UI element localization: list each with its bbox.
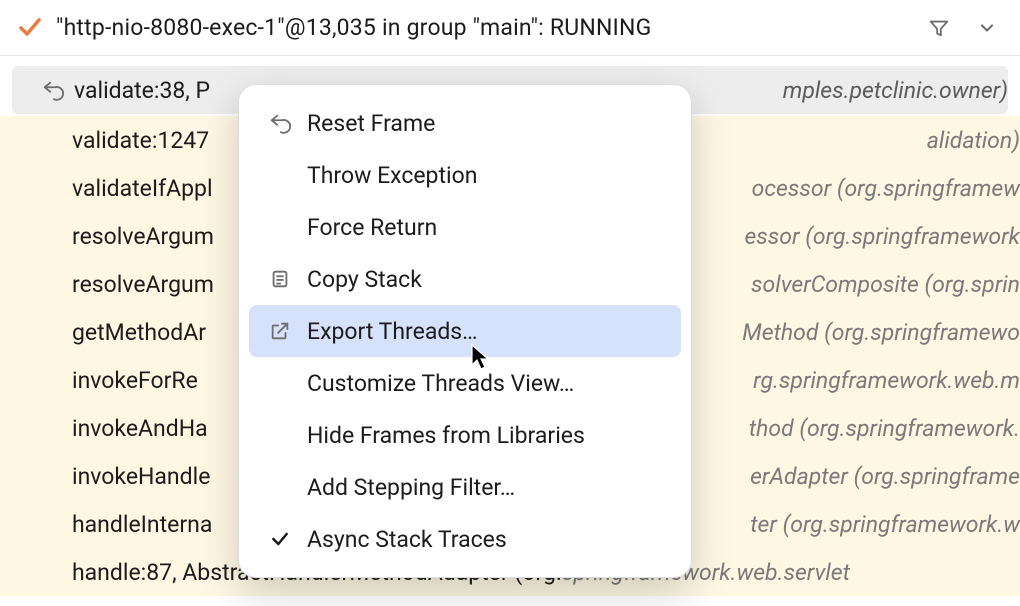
blank-icon bbox=[267, 474, 293, 500]
menu-item-label: Customize Threads View… bbox=[307, 370, 663, 397]
menu-item-label: Hide Frames from Libraries bbox=[307, 422, 663, 449]
menu-copy-stack[interactable]: Copy Stack bbox=[249, 253, 681, 305]
frame-package: Method (org.springframewo bbox=[742, 319, 1020, 346]
chevron-down-icon[interactable] bbox=[970, 11, 1004, 45]
frame-method: resolveArgum bbox=[72, 271, 214, 298]
frame-package: ter (org.springframework.w bbox=[750, 511, 1020, 538]
reset-frame-icon[interactable] bbox=[42, 79, 64, 101]
menu-item-label: Force Return bbox=[307, 214, 663, 241]
filter-icon[interactable] bbox=[922, 11, 956, 45]
blank-icon bbox=[267, 162, 293, 188]
menu-export-threads[interactable]: Export Threads… bbox=[249, 305, 681, 357]
menu-force-return[interactable]: Force Return bbox=[249, 201, 681, 253]
frame-package: essor (org.springframework bbox=[744, 223, 1020, 250]
menu-async-stack-traces[interactable]: Async Stack Traces bbox=[249, 513, 681, 565]
stack-icon bbox=[267, 266, 293, 292]
frames-context-menu: Reset Frame Throw Exception Force Return… bbox=[238, 84, 692, 578]
frame-method: validate:1247 bbox=[72, 127, 209, 154]
frame-package: rg.springframework.web.m bbox=[753, 367, 1020, 394]
frame-package: mples.petclinic.owner) bbox=[783, 77, 1008, 104]
frame-package: thod (org.springframework. bbox=[749, 415, 1020, 442]
debugger-header: "http-nio-8080-exec-1"@13,035 in group "… bbox=[0, 0, 1020, 56]
check-icon bbox=[267, 526, 293, 552]
frame-method: handleInterna bbox=[72, 511, 212, 538]
frame-method: invokeHandle bbox=[72, 463, 210, 490]
menu-reset-frame[interactable]: Reset Frame bbox=[249, 97, 681, 149]
menu-item-label: Copy Stack bbox=[307, 266, 663, 293]
frame-method: validate:38, P bbox=[74, 77, 210, 104]
frame-method: invokeAndHa bbox=[72, 415, 208, 442]
frame-method: validateIfAppl bbox=[72, 175, 213, 202]
export-icon bbox=[267, 318, 293, 344]
menu-item-label: Throw Exception bbox=[307, 162, 663, 189]
menu-throw-exception[interactable]: Throw Exception bbox=[249, 149, 681, 201]
frame-package: erAdapter (org.springframe bbox=[750, 463, 1020, 490]
menu-add-stepping-filter[interactable]: Add Stepping Filter… bbox=[249, 461, 681, 513]
menu-item-label: Async Stack Traces bbox=[307, 526, 663, 553]
frame-package: alidation) bbox=[927, 127, 1020, 154]
breakpoint-check-icon bbox=[18, 16, 42, 40]
frame-method: getMethodAr bbox=[72, 319, 206, 346]
menu-customize-threads-view[interactable]: Customize Threads View… bbox=[249, 357, 681, 409]
menu-item-label: Export Threads… bbox=[307, 318, 663, 345]
frame-method: resolveArgum bbox=[72, 223, 214, 250]
blank-icon bbox=[267, 214, 293, 240]
menu-item-label: Reset Frame bbox=[307, 110, 663, 137]
frame-package: solverComposite (org.sprin bbox=[751, 271, 1020, 298]
menu-item-label: Add Stepping Filter… bbox=[307, 474, 663, 501]
blank-icon bbox=[267, 370, 293, 396]
menu-hide-library-frames[interactable]: Hide Frames from Libraries bbox=[249, 409, 681, 461]
blank-icon bbox=[267, 422, 293, 448]
thread-title[interactable]: "http-nio-8080-exec-1"@13,035 in group "… bbox=[56, 14, 908, 41]
frame-package: ocessor (org.springframew bbox=[752, 175, 1020, 202]
frame-method: invokeForRe bbox=[72, 367, 198, 394]
undo-icon bbox=[267, 110, 293, 136]
